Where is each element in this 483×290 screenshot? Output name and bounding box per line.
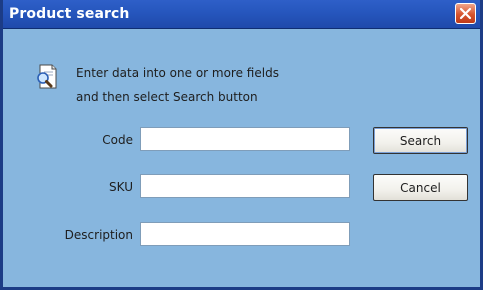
cancel-button[interactable]: Cancel [373,174,468,201]
close-button[interactable] [455,3,476,24]
description-label: Description [64,228,133,242]
code-input[interactable] [140,127,350,151]
dialog-body: Enter data into one or more fields and t… [3,29,480,287]
window-title: Product search [9,6,130,22]
sku-input[interactable] [140,174,350,198]
search-button[interactable]: Search [373,127,468,154]
close-icon [459,7,472,20]
instruction-line-2: and then select Search button [76,90,258,104]
sku-label: SKU [109,180,133,194]
search-document-icon [37,64,57,89]
title-bar[interactable]: Product search [3,0,480,29]
instruction-line-1: Enter data into one or more fields [76,66,279,80]
product-search-dialog: Product search Enter data into one or mo… [0,0,483,290]
description-input[interactable] [140,222,350,246]
code-label: Code [102,133,133,147]
